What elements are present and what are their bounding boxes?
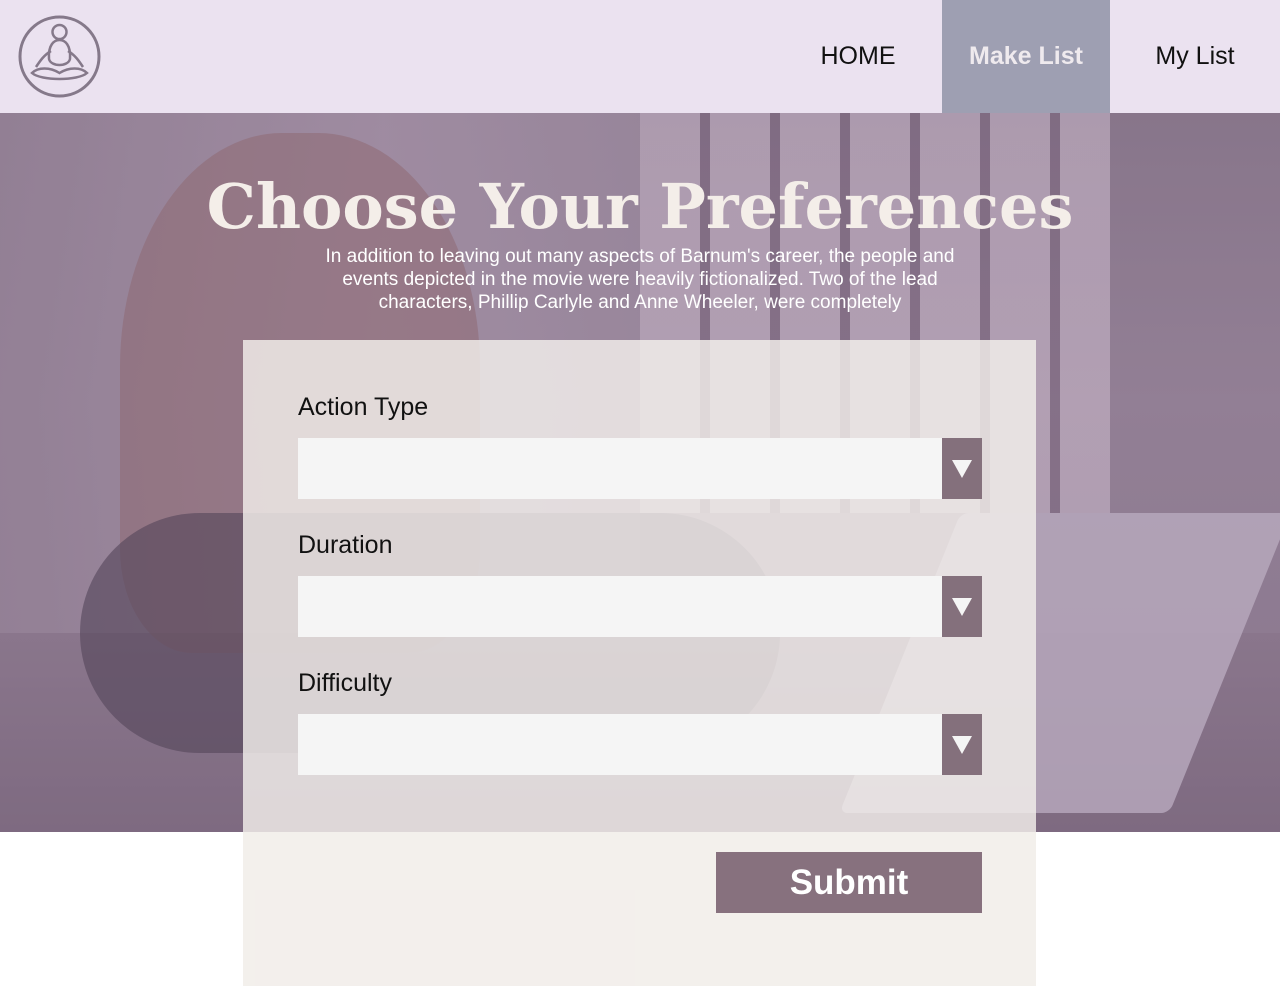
submit-button[interactable]: Submit <box>716 852 982 913</box>
difficulty-select[interactable] <box>298 714 982 775</box>
nav-my-list-link[interactable]: My List <box>1110 0 1280 113</box>
duration-label: Duration <box>298 531 393 559</box>
nav-home-link[interactable]: HOME <box>774 0 942 113</box>
page-description: In addition to leaving out many aspects … <box>325 246 955 313</box>
action-type-label: Action Type <box>298 393 429 421</box>
duration-select[interactable] <box>298 576 982 637</box>
triangle-down-icon <box>952 459 972 478</box>
header: HOME Make List My List <box>0 0 1280 113</box>
page-title: Choose Your Preferences <box>206 170 1074 243</box>
action-type-dropdown-button[interactable] <box>942 438 982 499</box>
triangle-down-icon <box>952 735 972 754</box>
difficulty-label: Difficulty <box>298 669 393 697</box>
preferences-form: Action Type Duration Difficulty Submit <box>243 340 1036 986</box>
action-type-select[interactable] <box>298 438 982 499</box>
meditation-logo-icon[interactable] <box>18 15 101 98</box>
main-nav: HOME Make List My List <box>774 0 1280 113</box>
triangle-down-icon <box>952 597 972 616</box>
duration-dropdown-button[interactable] <box>942 576 982 637</box>
nav-make-list-link[interactable]: Make List <box>942 0 1110 113</box>
difficulty-dropdown-button[interactable] <box>942 714 982 775</box>
